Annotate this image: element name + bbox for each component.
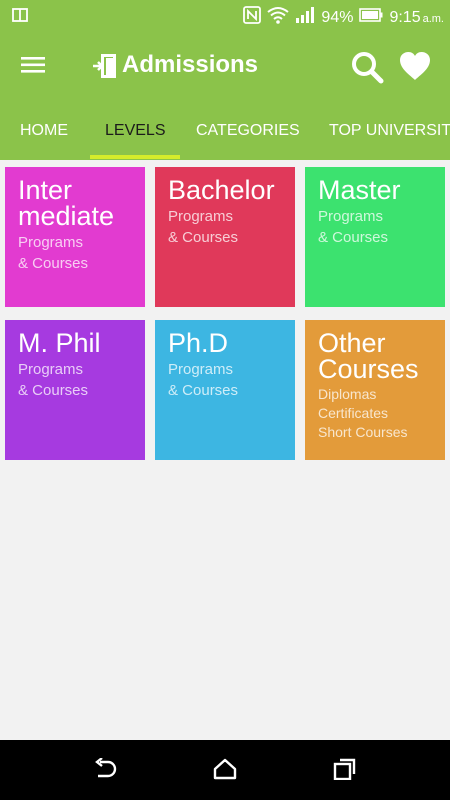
- admissions-logo-icon: [92, 52, 118, 85]
- tile-title: M. Phil: [18, 328, 101, 358]
- battery-icon: [359, 8, 383, 27]
- clock-ampm: a.m.: [422, 12, 444, 25]
- tile-intermediate[interactable]: Inter mediate Programs & Courses: [5, 167, 145, 307]
- tile-title: Other Courses: [318, 328, 419, 384]
- tab-bar: HOME LEVELS CATEGORIES TOP UNIVERSITIES: [0, 102, 450, 160]
- tile-mphil[interactable]: M. Phil Programs & Courses: [5, 320, 145, 460]
- app-title: Admissions: [122, 51, 259, 78]
- screenshot-icon: [12, 7, 28, 28]
- recent-apps-icon[interactable]: [333, 758, 357, 785]
- system-nav-bar: [0, 740, 450, 800]
- wifi-icon: [267, 6, 290, 29]
- battery-level: 94%: [321, 8, 354, 26]
- clock-time: 9:15: [389, 8, 421, 26]
- tile-title: Master: [318, 175, 401, 205]
- tile-master[interactable]: Master Programs & Courses: [305, 167, 445, 307]
- home-icon[interactable]: [213, 758, 237, 785]
- signal-icon: [295, 7, 315, 28]
- tile-title: Inter mediate: [18, 175, 115, 231]
- app-bar: Admissions: [0, 32, 450, 102]
- status-bar: 94% 9:15 a.m.: [0, 0, 450, 32]
- tile-subtitle: Programs & Courses: [318, 208, 389, 246]
- tile-subtitle: Programs & Courses: [18, 361, 89, 399]
- tab-levels[interactable]: LEVELS: [105, 102, 165, 160]
- tile-subtitle: Programs & Courses: [168, 208, 239, 246]
- tile-subtitle: Programs & Courses: [18, 234, 89, 272]
- tile-title: Bachelor: [168, 175, 275, 205]
- tab-categories[interactable]: CATEGORIES: [196, 102, 300, 160]
- tile-other-courses[interactable]: Other Courses Diplomas Certificates Short C…: [305, 320, 445, 460]
- tile-phd[interactable]: Ph.D Programs & Courses: [155, 320, 295, 460]
- active-tab-indicator: [90, 155, 180, 159]
- tile-subtitle: Programs & Courses: [168, 361, 239, 399]
- menu-icon[interactable]: [20, 54, 48, 80]
- tile-title: Ph.D: [168, 328, 229, 358]
- tab-home[interactable]: HOME: [20, 102, 68, 160]
- search-icon[interactable]: [350, 50, 384, 89]
- tile-subtitle: Diplomas Certificates Short Courses: [318, 386, 408, 440]
- tile-bachelor[interactable]: Bachelor Programs & Courses: [155, 167, 295, 307]
- nfc-icon: [243, 6, 262, 29]
- back-icon[interactable]: [92, 757, 118, 785]
- favorites-heart-icon[interactable]: [398, 50, 432, 87]
- tab-top-universities[interactable]: TOP UNIVERSITIES: [329, 102, 450, 160]
